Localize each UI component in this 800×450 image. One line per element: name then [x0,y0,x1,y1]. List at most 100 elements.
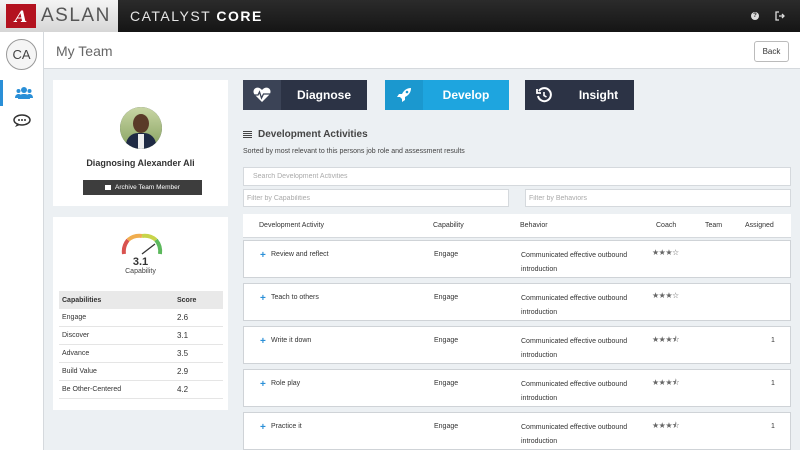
activity-row[interactable]: + Review and reflect Engage Communicated… [243,240,791,278]
capability-name: Build Value [62,368,97,375]
capability-name: Be Other-Centered [62,386,122,393]
capability-score-value: 3.1 [132,256,149,268]
activity-behavior: Communicated effective outbound introduc… [521,252,628,273]
expand-plus-icon[interactable]: + [260,336,266,347]
section-title: Development Activities [243,129,368,140]
column-header-activity[interactable]: Development Activity [259,222,324,229]
activity-row[interactable]: + Practice it Engage Communicated effect… [243,412,791,450]
activity-name: Teach to others [271,294,319,301]
activities-table-header: Development Activity Capability Behavior… [243,214,791,238]
archive-team-member-button[interactable]: Archive Team Member [83,180,202,195]
activity-behavior: Communicated effective outbound introduc… [521,338,628,359]
nav-item-chat[interactable] [0,108,44,134]
table-row: Discover 3.1 [59,327,223,345]
brand-logo[interactable]: A ASLAN [0,0,118,32]
coach-star-rating: ★★★⯪ [652,378,680,387]
coach-star-rating: ★★★⯪ [652,421,680,430]
activity-name: Practice it [271,423,302,430]
archive-icon [105,185,112,190]
column-header-score: Score [177,296,197,304]
expand-plus-icon[interactable]: + [260,250,266,261]
table-row: Build Value 2.9 [59,363,223,381]
column-header-capability[interactable]: Capability [433,222,464,229]
activity-behavior: Communicated effective outbound introduc… [521,381,628,402]
coach-star-rating: ★★★☆ [652,248,679,257]
expand-plus-icon[interactable]: + [260,379,266,390]
section-subtitle: Sorted by most relevant to this persons … [243,148,465,155]
activity-capability: Engage [434,380,459,387]
top-bar: A ASLAN CATALYST CORE ? [0,0,800,32]
heart-pulse-icon [243,80,281,110]
capability-gauge [121,233,163,255]
filter-capabilities-input[interactable] [243,189,509,207]
activity-capability: Engage [434,423,459,430]
activity-behavior: Communicated effective outbound introduc… [521,295,628,316]
activity-row[interactable]: + Write it down Engage Communicated effe… [243,326,791,364]
activity-capability: Engage [434,251,459,258]
activity-name: Review and reflect [271,251,329,258]
list-icon [243,130,252,139]
column-header-team[interactable]: Team [705,222,722,229]
diagnose-button[interactable]: Diagnose [243,80,367,110]
capability-name: Engage [62,314,87,321]
assigned-count: 1 [771,423,775,430]
activity-capability: Engage [434,337,459,344]
capability-name: Advance [62,350,90,357]
column-header-behavior[interactable]: Behavior [520,222,548,229]
capability-score: 3.1 [177,331,189,340]
product-suffix: CORE [216,8,263,24]
score-card: 3.1 Capability Capabilities Score Engage… [53,217,228,410]
capability-score: 4.2 [177,385,189,394]
profile-photo [120,107,162,149]
capability-score: 2.6 [177,313,189,322]
nav-item-team[interactable] [0,80,44,106]
profile-name: Diagnosing Alexander Ali [86,158,195,168]
users-icon [14,87,33,99]
capability-score: 2.9 [177,367,189,376]
capability-score-label: Capability [125,268,156,275]
help-icon[interactable]: ? [751,12,759,20]
expand-plus-icon[interactable]: + [260,293,266,304]
capability-name: Discover [62,332,90,339]
profile-card: Diagnosing Alexander Ali Archive Team Me… [53,80,228,206]
assigned-count: 1 [771,380,775,387]
page-header: My Team Back [44,32,800,69]
assigned-count: 1 [771,337,775,344]
activity-capability: Engage [434,294,459,301]
sign-out-icon[interactable] [774,10,786,22]
expand-plus-icon[interactable]: + [260,422,266,433]
brand-name: ASLAN [41,5,111,26]
coach-star-rating: ★★★⯪ [652,335,680,344]
filter-behaviors-input[interactable] [525,189,791,207]
activity-row[interactable]: + Role play Engage Communicated effectiv… [243,369,791,407]
history-icon [525,80,563,110]
table-row: Engage 2.6 [59,309,223,327]
left-nav: CA [0,32,44,450]
page-title: My Team [56,43,113,59]
back-button[interactable]: Back [754,41,789,62]
column-header-capabilities: Capabilities [62,296,102,304]
coach-star-rating: ★★★☆ [652,291,679,300]
insight-label: Insight [578,88,619,102]
activity-row[interactable]: + Teach to others Engage Communicated ef… [243,283,791,321]
product-name: CATALYST CORE [130,8,263,24]
insight-button[interactable]: Insight [525,80,634,110]
archive-label: Archive Team Member [115,184,180,191]
capabilities-table: Capabilities Score Engage 2.6 Discover 3… [59,291,223,399]
column-header-assigned[interactable]: Assigned [745,222,774,229]
activity-name: Write it down [271,337,312,344]
search-activities-input[interactable] [243,167,791,186]
section-title-text: Development Activities [258,129,368,140]
activity-behavior: Communicated effective outbound introduc… [521,424,628,445]
diagnose-label: Diagnose [296,88,351,102]
aslan-logo-mark: A [6,4,36,28]
table-row: Be Other-Centered 4.2 [59,381,223,399]
column-header-coach[interactable]: Coach [656,222,676,229]
develop-button[interactable]: Develop [385,80,509,110]
develop-label: Develop [442,88,490,102]
avatar[interactable]: CA [6,39,37,70]
capability-score: 3.5 [177,349,189,358]
rocket-icon [385,80,423,110]
comments-icon [13,114,31,127]
table-row: Advance 3.5 [59,345,223,363]
